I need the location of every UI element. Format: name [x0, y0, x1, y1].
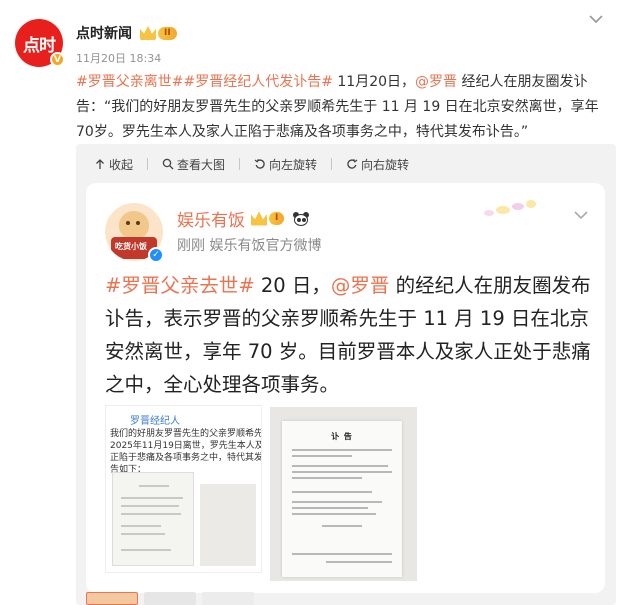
document-line	[121, 497, 183, 499]
document-line	[121, 513, 181, 515]
author-row: 点时新闻 II	[76, 23, 177, 43]
repost-author-name: 娱乐有饭	[177, 211, 245, 231]
document-line	[292, 507, 368, 509]
toolbar-divider	[239, 158, 241, 170]
repost-text: #罗晋父亲去世# 20 日，@罗晋 的经纪人在朋友圈发布讣告，表示罗晋的父亲罗顺…	[105, 269, 591, 401]
sparkle-dot	[512, 203, 524, 210]
crown-icon	[251, 211, 267, 226]
document-title: 讣 告	[331, 432, 353, 441]
post-menu-chevron-icon[interactable]	[587, 10, 605, 28]
toolbar-divider	[331, 158, 333, 170]
repost-meta: 刚刚 娱乐有饭官方微博	[177, 238, 322, 254]
panda-eye	[302, 217, 307, 222]
document-line	[292, 553, 392, 555]
hashtag-link[interactable]: #罗晋经纪人代发讣告#	[183, 74, 332, 90]
document-line	[139, 485, 169, 487]
rotate-right-icon	[347, 159, 358, 169]
document-line	[292, 513, 376, 515]
panda-eye	[297, 217, 302, 222]
document-line	[292, 449, 392, 451]
rotate-left-button[interactable]: 向左旋转	[254, 156, 317, 173]
image-thumbnail[interactable]	[202, 592, 254, 605]
document-thumbnail	[112, 472, 194, 566]
sparkle-dot	[484, 210, 494, 216]
post-text-date: 11月20日，	[332, 74, 416, 90]
vip-badge[interactable]: II	[140, 25, 177, 41]
document-line	[326, 561, 392, 563]
sparkle-dot	[526, 200, 536, 208]
vip-level: I	[269, 212, 285, 225]
toolbar-divider	[147, 158, 149, 170]
crown-icon	[140, 26, 156, 40]
avatar-face	[119, 211, 149, 239]
hashtag-link: #罗晋父亲去世#	[105, 274, 255, 297]
rotate-left-label: 向左旋转	[269, 157, 318, 172]
document-line	[322, 525, 362, 527]
obituary-document-image: 讣 告	[270, 407, 417, 581]
obituary-post-image: 罗晋经纪人 我们的好朋友罗晋先生的父亲罗顺希先生 2025年11月19日离世，罗…	[105, 405, 262, 573]
collapse-label: 收起	[109, 157, 134, 172]
image-header: 罗晋经纪人	[130, 416, 180, 427]
author-name[interactable]: 点时新闻	[76, 23, 132, 43]
verified-badge-icon: V	[50, 52, 65, 67]
rotate-left-icon	[254, 159, 265, 169]
image-thumbnail-strip	[86, 592, 260, 605]
document-line	[292, 471, 392, 473]
panda-icon	[292, 211, 310, 227]
document-line	[121, 533, 165, 535]
screenshot-image[interactable]: 吃货小饭 ✓ 娱乐有饭 I 刚刚 娱乐有饭官方微博 #罗晋父亲去世# 20 日，…	[86, 183, 605, 593]
post-timestamp[interactable]: 11月20日 18:34	[76, 50, 161, 66]
document-line	[121, 505, 179, 507]
hashtag-link[interactable]: #罗晋父亲离世#	[76, 74, 183, 90]
mention-link[interactable]: @罗晋	[415, 74, 457, 90]
search-icon	[162, 158, 174, 170]
arrow-up-icon	[96, 159, 104, 169]
rotate-right-button[interactable]: 向右旋转	[346, 156, 409, 173]
repost-text-date: 20 日，	[254, 274, 331, 297]
image-thumbnail[interactable]	[144, 592, 196, 605]
document-line	[121, 525, 161, 527]
repost-author-row: 娱乐有饭 I	[177, 206, 310, 231]
vip-level: II	[158, 26, 177, 40]
collapse-button[interactable]: 收起	[94, 156, 133, 173]
document-line	[292, 465, 388, 467]
verified-badge-icon: ✓	[148, 247, 164, 263]
image-thumbnail[interactable]	[86, 592, 138, 605]
sparkle-dot	[496, 206, 510, 214]
document-line	[292, 477, 362, 479]
mention-link: @罗晋	[330, 274, 390, 297]
avatar-eye	[126, 221, 130, 225]
avatar-text: 点时	[23, 35, 56, 56]
rotate-right-label: 向右旋转	[361, 157, 410, 172]
avatar-bowl-text: 吃货小饭	[115, 242, 147, 251]
avatar-eye	[136, 221, 140, 225]
vip-badge: I	[251, 211, 285, 227]
document-line	[292, 455, 352, 457]
view-large-label: 查看大图	[177, 157, 226, 172]
document-line	[292, 501, 382, 503]
image-toolbar: 收起 查看大图 向左旋转 向右旋转	[76, 144, 423, 184]
sparkle-decoration	[482, 198, 544, 224]
expanded-image-panel: 收起 查看大图 向左旋转 向右旋转 吃货小饭 ✓ 娱乐有饭 I 刚刚 娱乐有饭官…	[76, 144, 616, 605]
document-paper: 讣 告	[282, 421, 402, 577]
document-thumbnail	[200, 484, 256, 566]
document-line	[292, 491, 372, 493]
document-line	[121, 549, 171, 551]
view-large-button[interactable]: 查看大图	[162, 156, 225, 173]
post-text: #罗晋父亲离世##罗晋经纪人代发讣告# 11月20日，@罗晋 经纪人在朋友圈发讣…	[76, 70, 606, 145]
chevron-down-icon	[571, 205, 591, 225]
